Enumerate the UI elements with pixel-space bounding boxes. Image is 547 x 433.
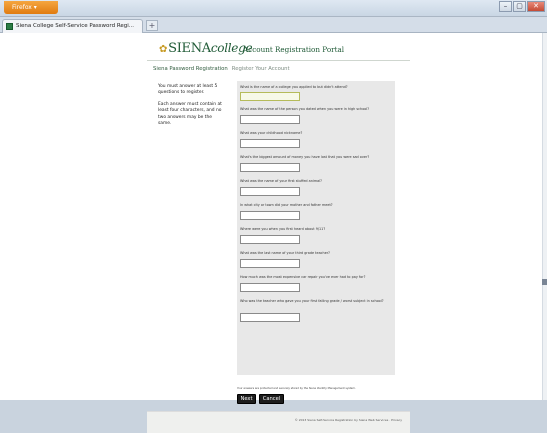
answer-input[interactable] <box>240 313 300 322</box>
next-button[interactable]: Next <box>237 394 256 404</box>
answer-input[interactable] <box>240 115 300 124</box>
minimize-button[interactable]: – <box>499 1 512 12</box>
page-viewport: ✿SIENAcollege Account Registration Porta… <box>0 33 547 433</box>
answer-input[interactable] <box>240 92 300 101</box>
security-questions-form: What is the name of a college you applie… <box>237 81 395 375</box>
new-tab-button[interactable]: + <box>146 20 158 31</box>
cancel-button[interactable]: Cancel <box>259 394 284 404</box>
security-disclaimer: Your answers are protected and securely … <box>237 387 356 390</box>
breadcrumb-main: Siena Password Registration <box>153 66 228 72</box>
answer-input[interactable] <box>240 283 300 292</box>
portal-title: Account Registration Portal <box>243 45 345 54</box>
siena-logo: ✿SIENAcollege <box>159 41 253 56</box>
instruction-text: Each answer must contain at least four c… <box>158 101 222 127</box>
answer-input[interactable] <box>240 259 300 268</box>
question-label: Who was the teacher who gave you your fi… <box>240 299 384 303</box>
instruction-text: You must answer at least 5 questions to … <box>158 84 218 96</box>
answer-input[interactable] <box>240 163 300 172</box>
firefox-menu-button[interactable]: Firefox ▾ <box>4 1 58 14</box>
question-label: What's the biggest amount of money you h… <box>240 155 370 159</box>
breadcrumb-sub: Register Your Account <box>231 66 290 72</box>
footer-text: © 2013 Siena Self-Service Registration b… <box>294 418 402 422</box>
answer-input[interactable] <box>240 235 300 244</box>
browser-tab[interactable]: Siena College Self-Service Password Regi… <box>2 19 143 33</box>
question-label: What was the last name of your third gra… <box>240 251 330 255</box>
close-button[interactable]: ✕ <box>527 1 545 12</box>
breadcrumb: Siena Password Registration Register Your… <box>153 66 290 72</box>
answer-input[interactable] <box>240 211 300 220</box>
page-footer: © 2013 Siena Self-Service Registration b… <box>147 411 410 433</box>
window-controls: – ▢ ✕ <box>499 1 545 13</box>
question-label: What was the name of the person you date… <box>240 107 370 111</box>
question-label: How much was the most expensive car repa… <box>240 275 366 279</box>
browser-titlebar: Firefox ▾ – ▢ ✕ <box>0 0 547 17</box>
instructions: You must answer at least 5 questions to … <box>158 84 224 132</box>
answer-input[interactable] <box>240 139 300 148</box>
vertical-scrollbar[interactable] <box>542 33 547 400</box>
favicon-icon <box>6 23 13 30</box>
header-divider <box>147 60 410 61</box>
tab-title: Siena College Self-Service Password Regi… <box>16 23 135 29</box>
tab-bar: Siena College Self-Service Password Regi… <box>0 17 547 33</box>
answer-input[interactable] <box>240 187 300 196</box>
question-label: What was the name of your first stuffed … <box>240 179 322 183</box>
logo-main-text: SIENA <box>168 41 211 56</box>
maximize-button[interactable]: ▢ <box>513 1 526 12</box>
question-label: In what city or town did your mother and… <box>240 203 333 207</box>
registration-page: ✿SIENAcollege Account Registration Porta… <box>147 33 410 433</box>
firefox-menu-label: Firefox <box>12 4 32 11</box>
scrollbar-thumb[interactable] <box>542 279 547 285</box>
logo-mark-icon: ✿ <box>159 44 168 55</box>
question-label: What is the name of a college you applie… <box>240 85 348 89</box>
question-label: Where were you when you first heard abou… <box>240 227 326 231</box>
question-label: What was your childhood nickname? <box>240 131 303 135</box>
